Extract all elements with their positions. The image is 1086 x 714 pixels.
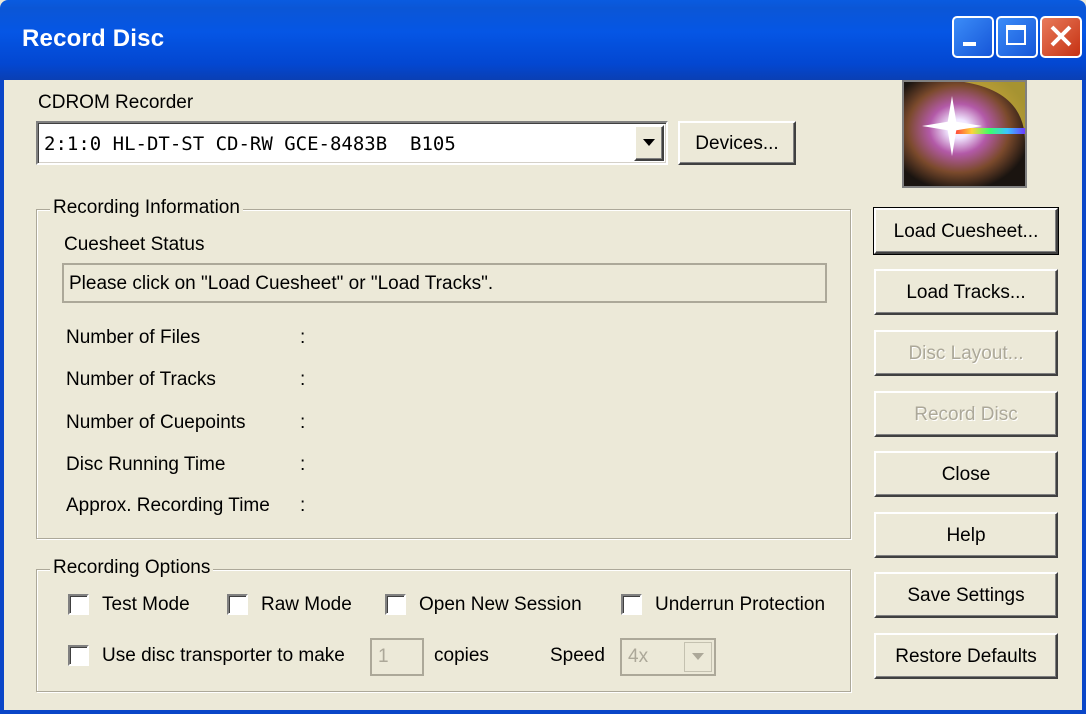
recorder-label: CDROM Recorder [38, 92, 194, 113]
recording-options-group [36, 569, 851, 692]
number-of-files-separator: : [300, 327, 306, 348]
raw-mode-checkbox[interactable] [227, 594, 248, 615]
chevron-down-icon [643, 139, 655, 146]
copies-value: 1 [378, 646, 389, 667]
load-cuesheet-button[interactable]: Load Cuesheet... [873, 207, 1059, 255]
number-of-files-label: Number of Files [66, 327, 201, 348]
disc-running-time-separator: : [300, 454, 306, 475]
open-new-session-label[interactable]: Open New Session [419, 594, 582, 616]
number-of-tracks-separator: : [300, 369, 306, 390]
cuesheet-status-field: Please click on "Load Cuesheet" or "Load… [62, 263, 827, 303]
test-mode-checkbox[interactable] [68, 594, 89, 615]
chevron-down-icon [692, 653, 704, 660]
underrun-protection-label[interactable]: Underrun Protection [655, 594, 825, 616]
load-tracks-button[interactable]: Load Tracks... [874, 269, 1058, 315]
minimize-icon [963, 42, 976, 46]
recording-information-legend: Recording Information [50, 197, 243, 219]
approx-recording-time-separator: : [300, 495, 306, 516]
raw-mode-label[interactable]: Raw Mode [261, 594, 352, 616]
underrun-protection-checkbox[interactable] [621, 594, 642, 615]
copies-input[interactable]: 1 [370, 638, 424, 676]
cuesheet-status-text: Please click on "Load Cuesheet" or "Load… [69, 273, 494, 294]
save-settings-button[interactable]: Save Settings [874, 572, 1058, 618]
speed-select[interactable]: 4x [620, 638, 716, 676]
recorder-dropdown-button[interactable] [634, 125, 664, 161]
maximize-button[interactable] [996, 16, 1038, 58]
speed-label: Speed [550, 645, 605, 666]
maximize-icon [1006, 25, 1026, 45]
close-icon [1050, 25, 1072, 47]
speed-value: 4x [628, 646, 649, 667]
recorder-selected-value: 2:1:0 HL-DT-ST CD-RW GCE-8483B B105 [44, 133, 456, 155]
disc-layout-button[interactable]: Disc Layout... [874, 330, 1058, 376]
restore-defaults-button[interactable]: Restore Defaults [874, 633, 1058, 679]
number-of-cuepoints-separator: : [300, 412, 306, 433]
copies-label: copies [434, 645, 489, 666]
minimize-button[interactable] [952, 16, 994, 58]
approx-recording-time-label: Approx. Recording Time [66, 495, 270, 516]
open-new-session-checkbox[interactable] [385, 594, 406, 615]
devices-button[interactable]: Devices... [678, 121, 796, 165]
cuesheet-status-label: Cuesheet Status [64, 234, 205, 255]
close-button[interactable]: Close [874, 451, 1058, 497]
disc-sparkle-icon [902, 80, 1027, 188]
close-window-button[interactable] [1040, 16, 1082, 58]
number-of-tracks-label: Number of Tracks [66, 369, 216, 390]
window-title: Record Disc [22, 25, 165, 52]
recording-options-legend: Recording Options [50, 557, 214, 579]
record-disc-button[interactable]: Record Disc [874, 391, 1058, 437]
number-of-cuepoints-label: Number of Cuepoints [66, 412, 246, 433]
help-button[interactable]: Help [874, 512, 1058, 558]
test-mode-label[interactable]: Test Mode [102, 594, 190, 616]
speed-dropdown-button[interactable] [684, 642, 712, 672]
use-transporter-label[interactable]: Use disc transporter to make [102, 645, 345, 667]
use-transporter-checkbox[interactable] [68, 645, 89, 666]
recorder-select[interactable]: 2:1:0 HL-DT-ST CD-RW GCE-8483B B105 [36, 121, 668, 165]
disc-running-time-label: Disc Running Time [66, 454, 226, 475]
